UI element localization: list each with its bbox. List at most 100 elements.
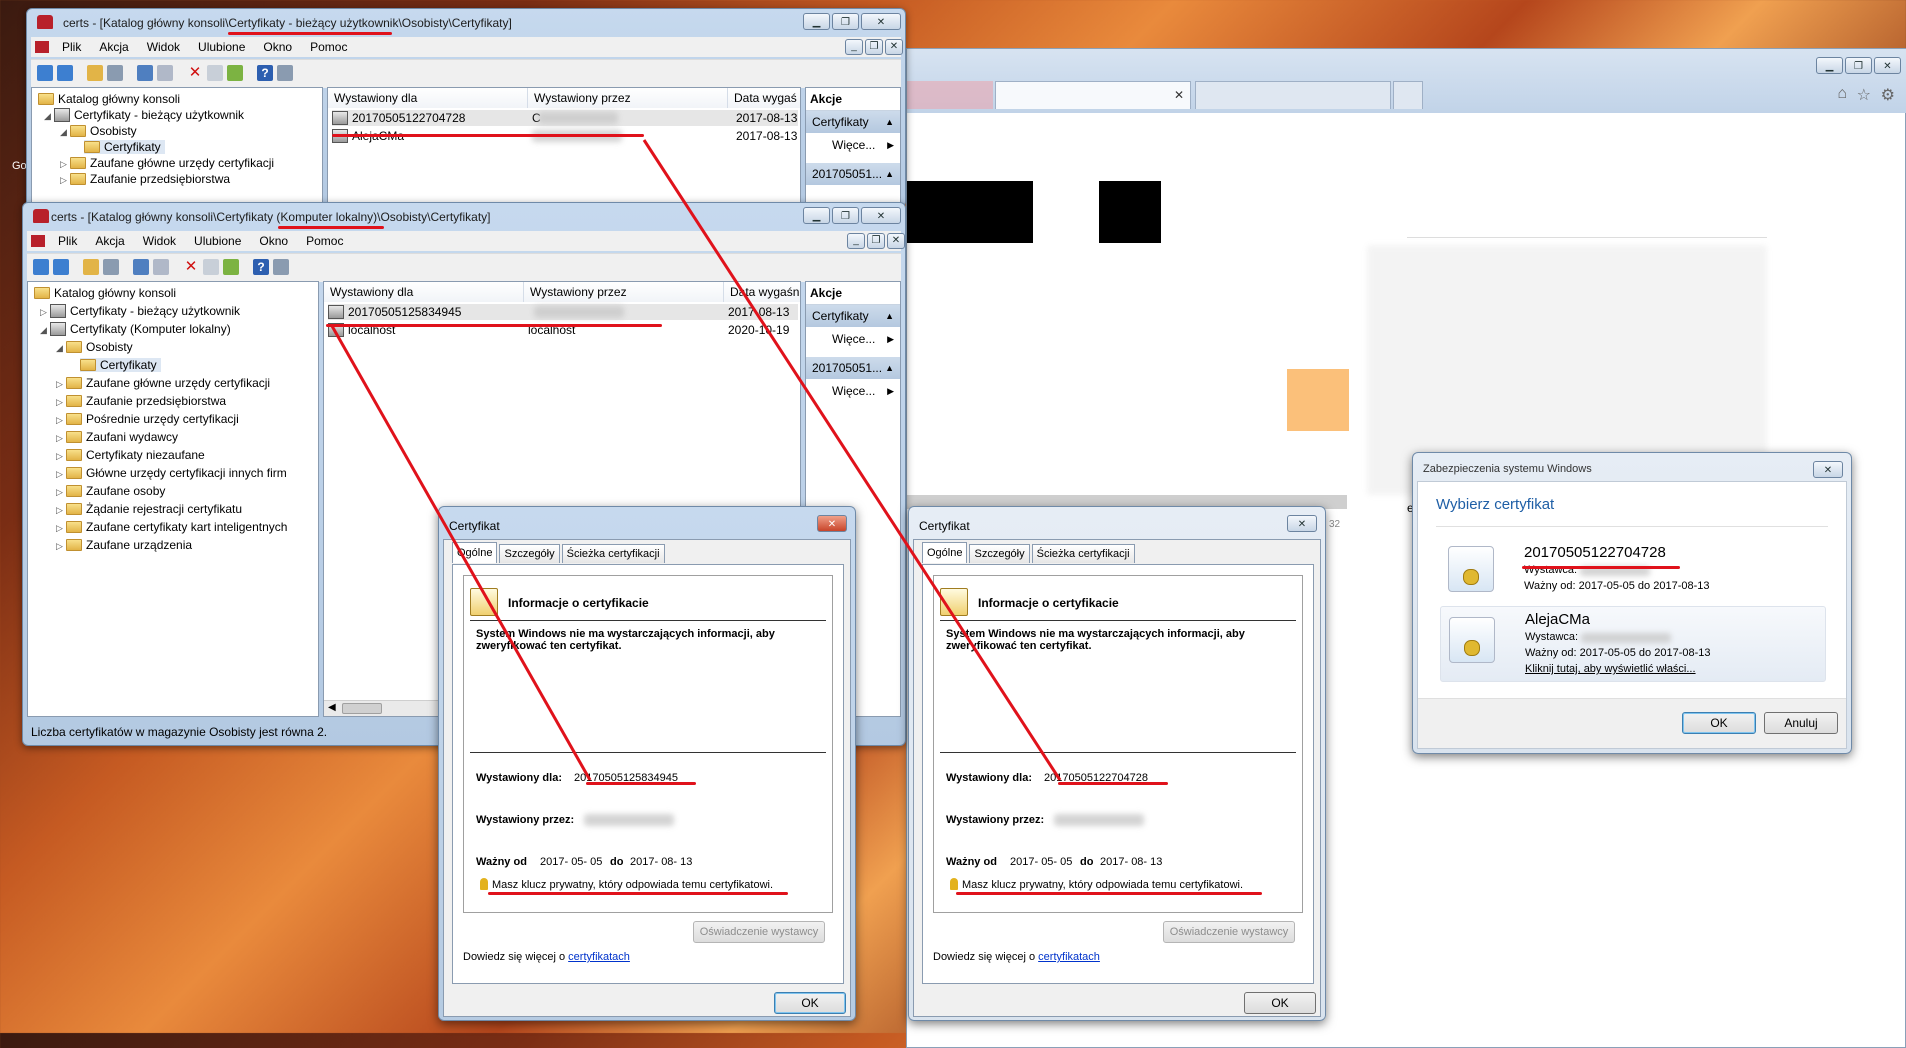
expanded-arrow-icon[interactable]: ◢ bbox=[60, 127, 70, 138]
actions-section-certificates[interactable]: Certyfikaty bbox=[806, 111, 900, 133]
copy-icon[interactable] bbox=[157, 65, 173, 81]
collapsed-arrow-icon[interactable]: ▷ bbox=[56, 469, 66, 480]
tab-details[interactable]: Szczegóły bbox=[969, 544, 1030, 563]
tree-item-root[interactable]: Katalog główny konsoli bbox=[38, 92, 180, 106]
show-tree-icon[interactable] bbox=[107, 65, 123, 81]
menu-widok[interactable]: Widok bbox=[134, 234, 185, 248]
tree-item-smart-card-roots[interactable]: ▷ Zaufane certyfikaty kart inteligentnych bbox=[56, 520, 287, 534]
issuer-statement-button[interactable]: Oświadczenie wystawcy bbox=[1163, 921, 1295, 943]
column-issued-to[interactable]: Wystawiony dla bbox=[324, 282, 524, 302]
child-restore-button[interactable]: ❐ bbox=[867, 233, 885, 249]
up-folder-icon[interactable] bbox=[83, 259, 99, 275]
copy-icon[interactable] bbox=[153, 259, 169, 275]
menu-ulubione[interactable]: Ulubione bbox=[185, 234, 250, 248]
actions-more[interactable]: Więce... bbox=[806, 379, 900, 403]
certificates-link[interactable]: certyfikatach bbox=[1038, 951, 1100, 963]
cert-option[interactable]: AlejaCMa Wystawca: Ważny od: 2017-05-05 … bbox=[1440, 606, 1826, 682]
cancel-button[interactable]: Anuluj bbox=[1764, 712, 1838, 734]
help-icon[interactable]: ? bbox=[253, 259, 269, 275]
settings-gear-icon[interactable]: ⚙ bbox=[1881, 85, 1895, 105]
cut-icon[interactable] bbox=[133, 259, 149, 275]
column-expiry[interactable]: Data wygaś bbox=[728, 88, 800, 108]
browser-maximize-button[interactable]: ❐ bbox=[1845, 57, 1872, 74]
ok-button[interactable]: OK bbox=[1244, 992, 1316, 1014]
browser-tab-close-icon[interactable]: ✕ bbox=[1174, 88, 1184, 102]
collapsed-arrow-icon[interactable]: ▷ bbox=[56, 505, 66, 516]
column-issued-by[interactable]: Wystawiony przez bbox=[528, 88, 728, 108]
tab-details[interactable]: Szczegóły bbox=[499, 544, 560, 563]
actions-more[interactable]: Więce... bbox=[806, 327, 900, 351]
minimize-button[interactable]: ▁ bbox=[803, 207, 830, 224]
ok-button[interactable]: OK bbox=[774, 992, 846, 1014]
tree-item-trusted-publishers[interactable]: ▷ Zaufani wydawcy bbox=[56, 430, 178, 444]
back-arrow-icon[interactable] bbox=[37, 65, 53, 81]
tab-general[interactable]: Ogólne bbox=[922, 542, 968, 563]
action-pane-icon[interactable] bbox=[273, 259, 289, 275]
menu-pomoc[interactable]: Pomoc bbox=[301, 40, 356, 54]
browser-new-tab[interactable] bbox=[1393, 81, 1423, 109]
issuer-statement-button[interactable]: Oświadczenie wystawcy bbox=[693, 921, 825, 943]
tree-item-personal[interactable]: ◢ Osobisty bbox=[60, 124, 137, 138]
delete-icon[interactable]: ✕ bbox=[183, 259, 199, 275]
tab-cert-path[interactable]: Ścieżka certyfikacji bbox=[1031, 544, 1135, 563]
menu-plik[interactable]: Plik bbox=[53, 40, 90, 54]
delete-icon[interactable]: ✕ bbox=[187, 65, 203, 81]
browser-tab-1[interactable] bbox=[907, 81, 993, 109]
menu-okno[interactable]: Okno bbox=[250, 234, 297, 248]
menu-ulubione[interactable]: Ulubione bbox=[189, 40, 254, 54]
home-icon[interactable]: ⌂ bbox=[1837, 85, 1847, 103]
properties-icon[interactable] bbox=[203, 259, 219, 275]
help-icon[interactable]: ? bbox=[257, 65, 273, 81]
menu-plik[interactable]: Plik bbox=[49, 234, 86, 248]
menu-okno[interactable]: Okno bbox=[254, 40, 301, 54]
collapsed-arrow-icon[interactable]: ▷ bbox=[60, 175, 70, 186]
child-restore-button[interactable]: ❐ bbox=[865, 39, 883, 55]
tree-item-root[interactable]: Katalog główny konsoli bbox=[34, 286, 176, 300]
collapsed-arrow-icon[interactable]: ▷ bbox=[56, 451, 66, 462]
expanded-arrow-icon[interactable]: ◢ bbox=[40, 325, 50, 336]
expanded-arrow-icon[interactable]: ◢ bbox=[56, 343, 66, 354]
tree-item-enterprise-trust[interactable]: ▷ Zaufanie przedsiębiorstwa bbox=[60, 172, 230, 186]
close-button[interactable]: ✕ bbox=[817, 515, 847, 532]
close-button[interactable]: ✕ bbox=[1287, 515, 1317, 532]
column-issued-by[interactable]: Wystawiony przez bbox=[524, 282, 724, 302]
child-minimize-button[interactable]: _ bbox=[845, 39, 863, 55]
favorites-star-icon[interactable]: ☆ bbox=[1857, 85, 1871, 105]
tree-item-personal[interactable]: ◢ Osobisty bbox=[56, 340, 133, 354]
actions-section-cert[interactable]: 201705051... bbox=[806, 357, 900, 379]
collapsed-arrow-icon[interactable]: ▷ bbox=[56, 415, 66, 426]
export-icon[interactable] bbox=[227, 65, 243, 81]
column-issued-to[interactable]: Wystawiony dla bbox=[328, 88, 528, 108]
tree-item-trusted-devices[interactable]: ▷ Zaufane urządzenia bbox=[56, 538, 192, 552]
menu-widok[interactable]: Widok bbox=[138, 40, 189, 54]
close-button[interactable]: ✕ bbox=[861, 207, 901, 224]
menu-pomoc[interactable]: Pomoc bbox=[297, 234, 352, 248]
show-tree-icon[interactable] bbox=[103, 259, 119, 275]
tree-item-third-party-root[interactable]: ▷ Główne urzędy certyfikacji innych firm bbox=[56, 466, 287, 480]
menu-akcja[interactable]: Akcja bbox=[90, 40, 137, 54]
menu-akcja[interactable]: Akcja bbox=[86, 234, 133, 248]
tree-item-current-user[interactable]: ▷ Certyfikaty - bieżący użytkownik bbox=[40, 304, 240, 318]
certificates-link[interactable]: certyfikatach bbox=[568, 951, 630, 963]
scroll-left-icon[interactable]: ◀ bbox=[328, 702, 336, 713]
collapsed-arrow-icon[interactable]: ▷ bbox=[56, 487, 66, 498]
forward-arrow-icon[interactable] bbox=[53, 259, 69, 275]
tree-item-certificates[interactable]: Certyfikaty bbox=[84, 140, 165, 154]
table-row[interactable]: 20170505122704728 C 2017-08-13 bbox=[332, 110, 798, 126]
tree-item-current-user[interactable]: ◢ Certyfikaty - bieżący użytkownik bbox=[44, 108, 244, 122]
tree-item-enrollment-requests[interactable]: ▷ Żądanie rejestracji certyfikatu bbox=[56, 502, 242, 516]
view-properties-link[interactable]: Kliknij tutaj, aby wyświetlić właści... bbox=[1525, 663, 1696, 675]
table-row[interactable]: 20170505125834945 2017-08-13 bbox=[328, 304, 798, 320]
back-arrow-icon[interactable] bbox=[33, 259, 49, 275]
actions-section-cert[interactable]: 201705051... bbox=[806, 163, 900, 185]
close-button[interactable]: ✕ bbox=[861, 13, 901, 30]
child-close-button[interactable]: ✕ bbox=[885, 39, 903, 55]
maximize-button[interactable]: ❐ bbox=[832, 207, 859, 224]
tree-item-intermediate-ca[interactable]: ▷ Pośrednie urzędy certyfikacji bbox=[56, 412, 239, 426]
tree-item-trusted-people[interactable]: ▷ Zaufane osoby bbox=[56, 484, 165, 498]
collapsed-arrow-icon[interactable]: ▷ bbox=[56, 433, 66, 444]
tree-item-local-computer[interactable]: ◢ Certyfikaty (Komputer lokalny) bbox=[40, 322, 231, 336]
properties-icon[interactable] bbox=[207, 65, 223, 81]
cert-option[interactable]: 20170505122704728 Wystawca: Ważny od: 20… bbox=[1440, 540, 1826, 602]
up-folder-icon[interactable] bbox=[87, 65, 103, 81]
